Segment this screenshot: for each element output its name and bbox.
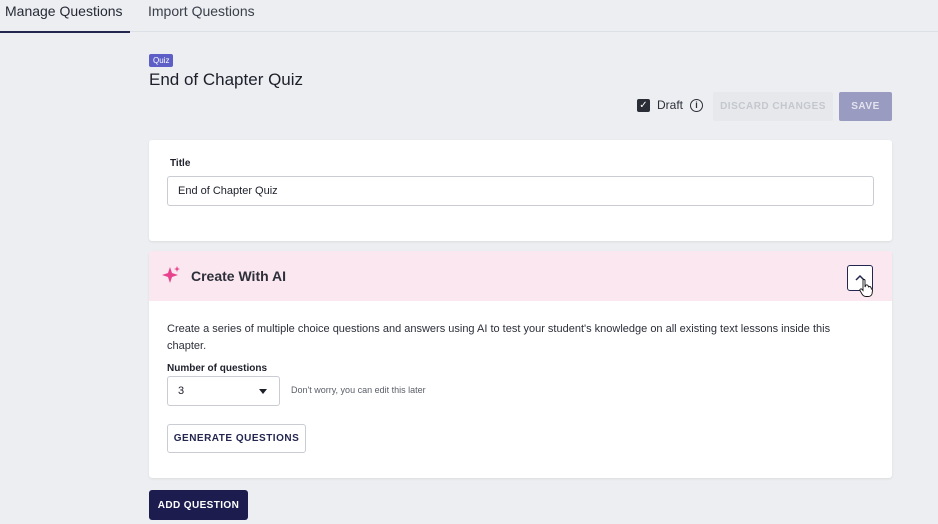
number-hint: Don't worry, you can edit this later [291, 385, 426, 395]
save-button[interactable]: SAVE [839, 92, 892, 121]
tab-bar: Manage Questions Import Questions [0, 0, 938, 33]
number-of-questions-select[interactable]: 3 [167, 376, 280, 406]
info-icon[interactable]: i [690, 98, 704, 112]
draft-checkbox[interactable]: ✓ [637, 98, 650, 112]
page-title: End of Chapter Quiz [149, 70, 304, 89]
number-of-questions-value: 3 [178, 385, 185, 397]
title-card: Title End of Chapter Quiz [149, 140, 892, 241]
add-question-button[interactable]: ADD QUESTION [149, 490, 248, 520]
caret-down-icon [259, 389, 267, 394]
title-field-label: Title [170, 158, 191, 169]
sparkle-icon [162, 266, 180, 283]
quiz-badge: Quiz [149, 54, 174, 67]
draft-toggle[interactable]: ✓ Draft i [637, 98, 704, 112]
ai-description: Create a series of multiple choice quest… [167, 323, 831, 352]
ai-card-header: Create With AI [149, 251, 892, 301]
draft-label: Draft [657, 98, 684, 112]
tab-manage-questions[interactable]: Manage Questions [0, 0, 130, 33]
ai-card-title: Create With AI [191, 268, 287, 284]
title-input-value: End of Chapter Quiz [178, 185, 278, 197]
create-with-ai-card: Create With AI Create a series of multip… [149, 251, 892, 478]
tab-import-questions[interactable]: Import Questions [148, 0, 255, 32]
number-of-questions-label: Number of questions [167, 363, 268, 374]
hand-cursor-icon [859, 279, 873, 297]
generate-questions-button[interactable]: GENERATE QUESTIONS [167, 424, 306, 453]
discard-changes-button[interactable]: DISCARD CHANGES [713, 92, 833, 121]
title-input[interactable]: End of Chapter Quiz [167, 176, 874, 206]
